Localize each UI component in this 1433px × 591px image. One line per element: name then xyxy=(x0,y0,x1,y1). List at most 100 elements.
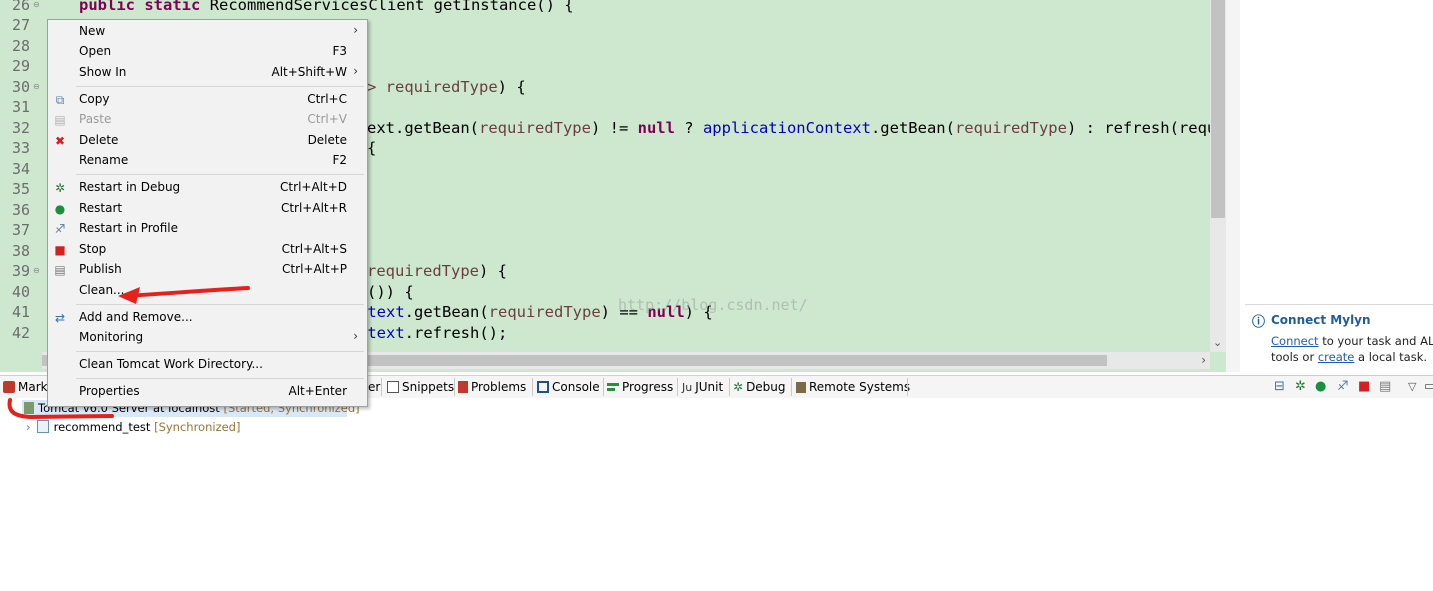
line-number: 38 xyxy=(12,242,31,260)
fold-marker-icon[interactable]: ⊖ xyxy=(33,266,40,275)
connect-link[interactable]: Connect xyxy=(1271,334,1319,348)
profile-icon: ♐ xyxy=(54,222,66,236)
module-row[interactable]: › recommend_test [Synchronized] xyxy=(26,420,240,434)
menu-item-clean[interactable]: Clean... xyxy=(48,281,367,301)
code-line: requiredType) { xyxy=(367,262,507,280)
paste-icon: ▤ xyxy=(54,113,66,127)
menu-separator xyxy=(76,304,364,305)
menu-item-add-and-remove[interactable]: ⇄ Add and Remove... xyxy=(48,308,367,328)
tab-debug[interactable]: ✲ Debug xyxy=(733,378,786,396)
tab-snippets[interactable]: Snippets xyxy=(387,378,454,396)
tab-markers[interactable]: Mark xyxy=(3,378,48,396)
code-line: public static RecommendServicesClient ge… xyxy=(79,0,574,14)
tab-separator xyxy=(729,378,730,396)
menu-item-restart-in-debug[interactable]: ✲ Restart in Debug Ctrl+Alt+D xyxy=(48,178,367,198)
tab-servers[interactable]: er xyxy=(368,378,380,396)
line-number: 28 xyxy=(12,37,31,55)
line-number: 33 xyxy=(12,139,31,157)
line-number: 36 xyxy=(12,201,31,219)
tab-separator xyxy=(677,378,678,396)
menu-item-clean-tomcat-work-directory[interactable]: Clean Tomcat Work Directory... xyxy=(48,355,367,375)
fold-marker-icon[interactable]: ⊖ xyxy=(33,82,40,91)
menu-item-show-in[interactable]: Show In Alt+Shift+W › xyxy=(48,63,367,83)
menu-item-delete[interactable]: ✖ Delete Delete xyxy=(48,131,367,151)
menu-separator xyxy=(76,351,364,352)
line-number: 41 xyxy=(12,303,31,321)
minimize-icon[interactable]: ▭ xyxy=(1424,379,1433,395)
menu-item-rename[interactable]: Rename F2 xyxy=(48,151,367,171)
run-icon[interactable]: ● xyxy=(1315,379,1326,395)
menu-item-publish[interactable]: ▤ Publish Ctrl+Alt+P xyxy=(48,260,367,280)
console-icon xyxy=(537,381,549,393)
debug-icon: ✲ xyxy=(54,181,66,195)
menu-item-properties[interactable]: Properties Alt+Enter xyxy=(48,382,367,402)
line-number: 32 xyxy=(12,119,31,137)
tab-separator xyxy=(907,378,908,396)
mylyn-text: Connect to your task and ALM xyxy=(1271,334,1433,348)
stop-icon[interactable]: ■ xyxy=(1358,379,1370,395)
menu-item-restart-in-profile[interactable]: ♐ Restart in Profile xyxy=(48,219,367,239)
remote-systems-icon xyxy=(796,382,806,393)
menu-item-open[interactable]: Open F3 xyxy=(48,42,367,62)
copy-icon: ⧉ xyxy=(55,93,65,107)
view-menu-icon[interactable]: ▽ xyxy=(1408,379,1416,395)
scroll-down-icon[interactable]: ⌄ xyxy=(1213,336,1222,349)
fold-marker-icon[interactable]: ⊖ xyxy=(33,0,40,9)
submenu-arrow-icon: › xyxy=(353,64,358,78)
tab-junit[interactable]: Ju JUnit xyxy=(682,378,723,396)
tab-progress[interactable]: Progress xyxy=(607,378,673,396)
line-number: 29 xyxy=(12,57,31,75)
progress-icon xyxy=(607,381,619,393)
menu-item-new[interactable]: New › xyxy=(48,22,367,42)
menu-separator xyxy=(76,378,364,379)
debug-icon: ✲ xyxy=(733,380,744,394)
publish-icon[interactable]: ▤ xyxy=(1379,379,1391,395)
expand-chevron-icon[interactable]: › xyxy=(26,420,31,434)
submenu-arrow-icon: › xyxy=(353,23,358,37)
context-menu: New › Open F3 Show In Alt+Shift+W › ⧉ Copy Ctr… xyxy=(47,19,368,407)
task-list-panel: ⓘ Connect Mylyn Connect to your task and… xyxy=(1241,0,1433,372)
delete-icon: ✖ xyxy=(54,134,66,148)
menu-separator xyxy=(76,174,364,175)
code-line: { xyxy=(367,139,377,157)
tab-separator xyxy=(381,378,382,396)
tab-remote-systems[interactable]: Remote Systems xyxy=(796,378,910,396)
menu-item-stop[interactable]: ■ Stop Ctrl+Alt+S xyxy=(48,240,367,260)
mylyn-connect-section: ⓘ Connect Mylyn Connect to your task and… xyxy=(1245,304,1433,371)
stop-icon: ■ xyxy=(54,243,66,257)
tab-problems[interactable]: Problems xyxy=(458,378,526,396)
debug-icon[interactable]: ✲ xyxy=(1295,379,1306,395)
editor-right-border xyxy=(1226,0,1240,372)
tab-separator xyxy=(603,378,604,396)
mylyn-title: Connect Mylyn xyxy=(1271,313,1371,327)
line-number: 34 xyxy=(12,160,31,178)
submenu-arrow-icon: › xyxy=(353,329,358,343)
menu-item-monitoring[interactable]: Monitoring › xyxy=(48,328,367,348)
problems-icon xyxy=(458,381,468,393)
profile-icon[interactable]: ♐ xyxy=(1337,379,1349,395)
line-number-gutter: 26 27 28 29 30 31 32 33 34 35 36 37 38 3… xyxy=(0,0,42,352)
mylyn-text: tools or create a local task. xyxy=(1271,350,1428,364)
line-number: 40 xyxy=(12,283,31,301)
line-number: 37 xyxy=(12,221,31,239)
vertical-scrollbar[interactable]: ⌄ xyxy=(1210,0,1226,352)
menu-item-restart[interactable]: ● Restart Ctrl+Alt+R xyxy=(48,199,367,219)
tab-separator xyxy=(454,378,455,396)
line-number: 42 xyxy=(12,324,31,342)
tab-console[interactable]: Console xyxy=(537,378,600,396)
server-icon xyxy=(24,402,34,414)
snippets-icon xyxy=(387,381,399,393)
line-number: 27 xyxy=(12,16,31,34)
menu-item-copy[interactable]: ⧉ Copy Ctrl+C xyxy=(48,90,367,110)
create-link[interactable]: create xyxy=(1318,350,1355,364)
code-line: > requiredType) { xyxy=(367,78,526,96)
menu-item-paste[interactable]: ▤ Paste Ctrl+V xyxy=(48,110,367,130)
tab-separator xyxy=(791,378,792,396)
collapse-icon[interactable]: ⊟ xyxy=(1274,379,1285,395)
scroll-right-icon[interactable]: › xyxy=(1201,353,1206,367)
add-remove-icon: ⇄ xyxy=(54,311,66,325)
run-icon: ● xyxy=(54,202,66,216)
markers-icon xyxy=(3,381,15,393)
line-number: 31 xyxy=(12,98,31,116)
scrollbar-thumb[interactable] xyxy=(1211,0,1225,218)
